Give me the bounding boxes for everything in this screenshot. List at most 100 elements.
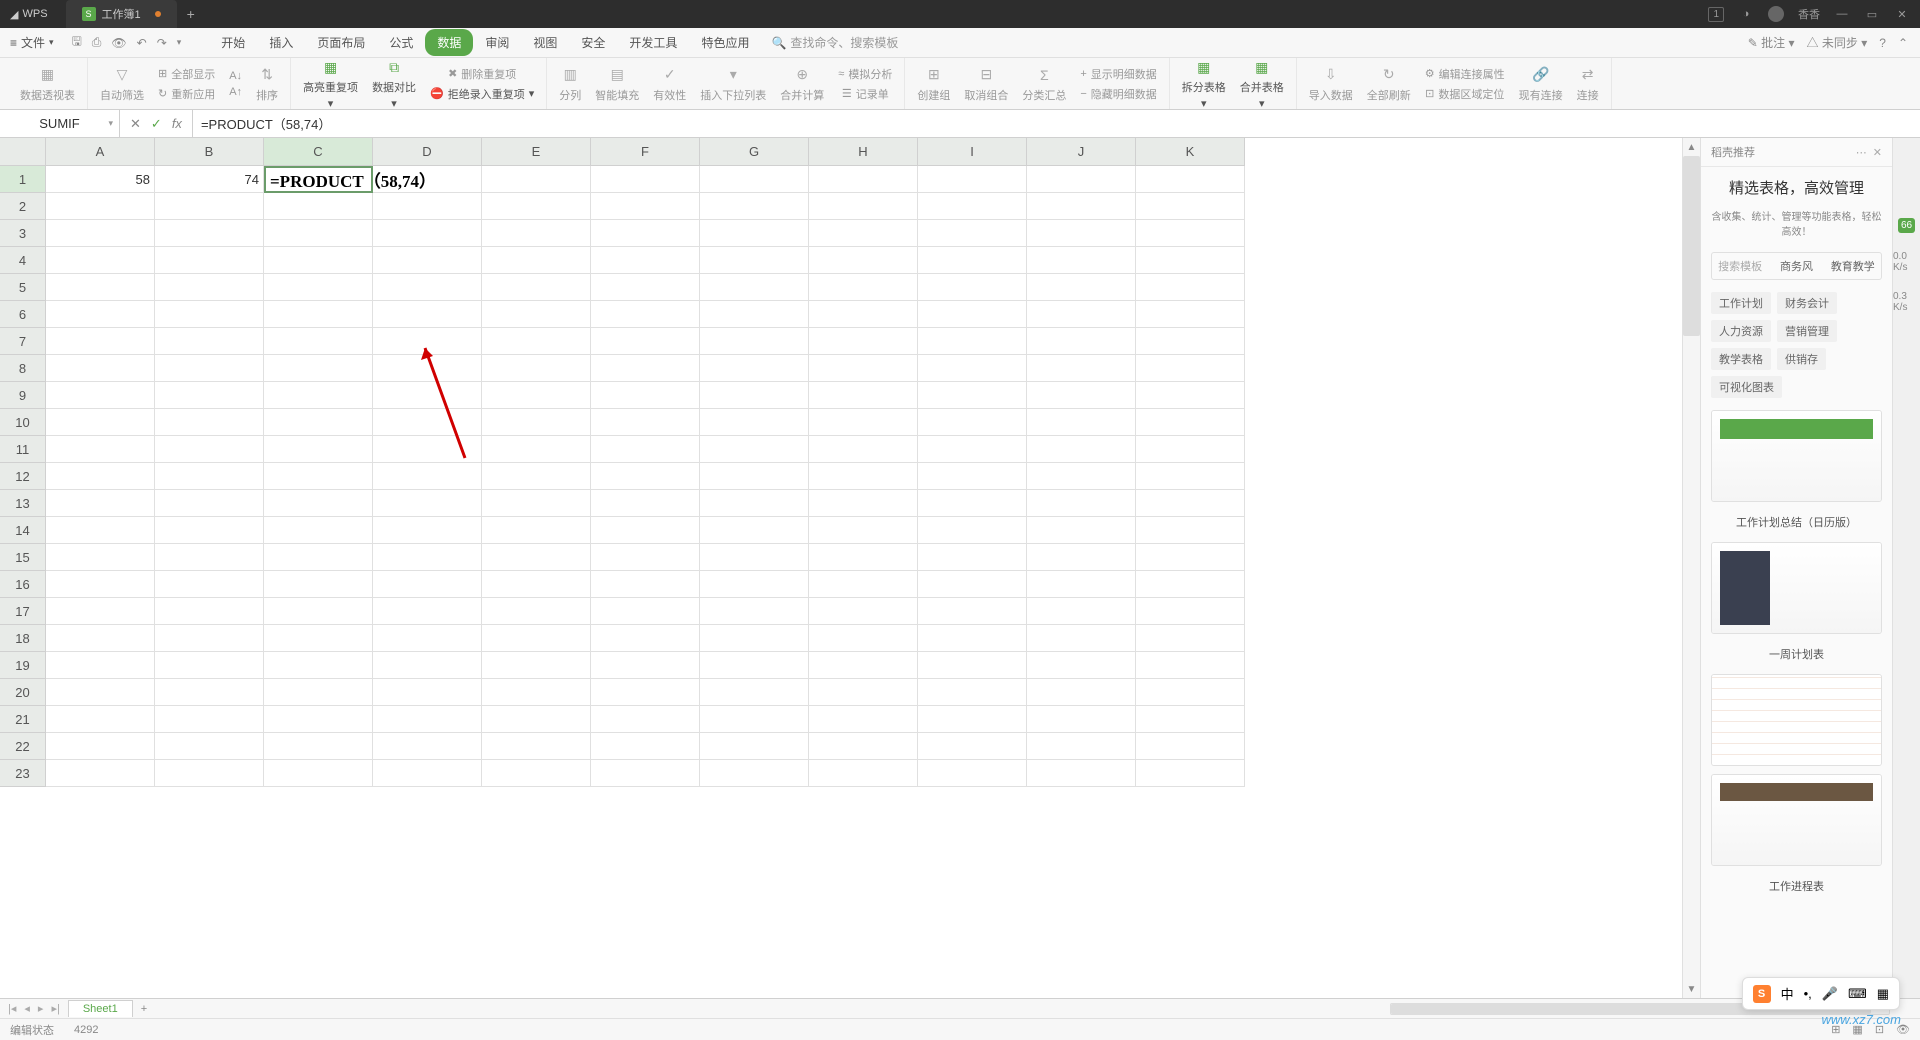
column-header[interactable]: D <box>373 138 482 166</box>
cell-B17[interactable] <box>155 598 264 625</box>
cell-D17[interactable] <box>373 598 482 625</box>
row-header[interactable]: 16 <box>0 571 46 598</box>
cell-F7[interactable] <box>591 328 700 355</box>
cell-I21[interactable] <box>918 706 1027 733</box>
cell-F8[interactable] <box>591 355 700 382</box>
cell-G11[interactable] <box>700 436 809 463</box>
cell-A23[interactable] <box>46 760 155 787</box>
cell-F9[interactable] <box>591 382 700 409</box>
row-header[interactable]: 10 <box>0 409 46 436</box>
cell-H15[interactable] <box>809 544 918 571</box>
cell-J11[interactable] <box>1027 436 1136 463</box>
cell-D2[interactable] <box>373 193 482 220</box>
row-header[interactable]: 2 <box>0 193 46 220</box>
cell-H3[interactable] <box>809 220 918 247</box>
cell-I16[interactable] <box>918 571 1027 598</box>
tab-dev[interactable]: 开发工具 <box>617 29 689 56</box>
cell-E3[interactable] <box>482 220 591 247</box>
cell-B15[interactable] <box>155 544 264 571</box>
avatar-icon[interactable] <box>1768 6 1784 22</box>
cell-D22[interactable] <box>373 733 482 760</box>
cell-B13[interactable] <box>155 490 264 517</box>
cell-I13[interactable] <box>918 490 1027 517</box>
cell-I18[interactable] <box>918 625 1027 652</box>
cell-C1[interactable]: =PRODUCT（58,74） <box>264 166 373 193</box>
cell-C23[interactable] <box>264 760 373 787</box>
cell-F11[interactable] <box>591 436 700 463</box>
cell-G5[interactable] <box>700 274 809 301</box>
cell-D10[interactable] <box>373 409 482 436</box>
ime-toolbar[interactable]: S 中 •, 🎤 ⌨ ▦ www.xz7.com <box>1742 977 1900 1010</box>
cell-E21[interactable] <box>482 706 591 733</box>
cell-K12[interactable] <box>1136 463 1245 490</box>
row-header[interactable]: 4 <box>0 247 46 274</box>
cell-A19[interactable] <box>46 652 155 679</box>
cell-A10[interactable] <box>46 409 155 436</box>
cell-C19[interactable] <box>264 652 373 679</box>
cell-J9[interactable] <box>1027 382 1136 409</box>
cell-H18[interactable] <box>809 625 918 652</box>
cell-E23[interactable] <box>482 760 591 787</box>
cell-G17[interactable] <box>700 598 809 625</box>
cell-B21[interactable] <box>155 706 264 733</box>
cell-C6[interactable] <box>264 301 373 328</box>
cell-J22[interactable] <box>1027 733 1136 760</box>
cell-A8[interactable] <box>46 355 155 382</box>
filter-tab-search[interactable]: 搜索模板 <box>1712 253 1768 279</box>
cell-A3[interactable] <box>46 220 155 247</box>
cell-I6[interactable] <box>918 301 1027 328</box>
cat-item[interactable]: 工作计划 <box>1711 292 1771 314</box>
cell-F19[interactable] <box>591 652 700 679</box>
cell-D8[interactable] <box>373 355 482 382</box>
filter-tab-business[interactable]: 商务风 <box>1768 253 1824 279</box>
cell-C7[interactable] <box>264 328 373 355</box>
cell-F17[interactable] <box>591 598 700 625</box>
notification-badge[interactable]: 1 <box>1708 7 1724 22</box>
import-data-button[interactable]: ⇩导入数据 <box>1305 65 1357 103</box>
link-button[interactable]: ⇄连接 <box>1573 65 1603 103</box>
column-header[interactable]: K <box>1136 138 1245 166</box>
cell-K3[interactable] <box>1136 220 1245 247</box>
cell-I11[interactable] <box>918 436 1027 463</box>
cell-G9[interactable] <box>700 382 809 409</box>
cell-B12[interactable] <box>155 463 264 490</box>
row-header[interactable]: 15 <box>0 544 46 571</box>
name-box[interactable]: SUMIF ▾ <box>0 110 120 137</box>
cell-A13[interactable] <box>46 490 155 517</box>
cell-B8[interactable] <box>155 355 264 382</box>
cell-H10[interactable] <box>809 409 918 436</box>
cell-J4[interactable] <box>1027 247 1136 274</box>
cell-J14[interactable] <box>1027 517 1136 544</box>
cell-F22[interactable] <box>591 733 700 760</box>
cell-A20[interactable] <box>46 679 155 706</box>
cell-K5[interactable] <box>1136 274 1245 301</box>
cell-E1[interactable] <box>482 166 591 193</box>
cell-D9[interactable] <box>373 382 482 409</box>
cell-J16[interactable] <box>1027 571 1136 598</box>
cell-C20[interactable] <box>264 679 373 706</box>
cell-A2[interactable] <box>46 193 155 220</box>
cell-G14[interactable] <box>700 517 809 544</box>
cell-G4[interactable] <box>700 247 809 274</box>
cell-B1[interactable]: 74 <box>155 166 264 193</box>
cell-E4[interactable] <box>482 247 591 274</box>
cell-C15[interactable] <box>264 544 373 571</box>
template-item[interactable] <box>1711 774 1882 866</box>
cell-D4[interactable] <box>373 247 482 274</box>
cat-item[interactable]: 财务会计 <box>1777 292 1837 314</box>
cell-K15[interactable] <box>1136 544 1245 571</box>
fx-icon[interactable]: fx <box>172 116 182 131</box>
row-header[interactable]: 7 <box>0 328 46 355</box>
cell-G23[interactable] <box>700 760 809 787</box>
cell-F14[interactable] <box>591 517 700 544</box>
cell-I8[interactable] <box>918 355 1027 382</box>
cell-H13[interactable] <box>809 490 918 517</box>
cell-B4[interactable] <box>155 247 264 274</box>
cell-C3[interactable] <box>264 220 373 247</box>
filter-tab-edu[interactable]: 教育教学 <box>1825 253 1881 279</box>
cell-H21[interactable] <box>809 706 918 733</box>
cell-G20[interactable] <box>700 679 809 706</box>
cell-F13[interactable] <box>591 490 700 517</box>
cell-H20[interactable] <box>809 679 918 706</box>
column-header[interactable]: J <box>1027 138 1136 166</box>
